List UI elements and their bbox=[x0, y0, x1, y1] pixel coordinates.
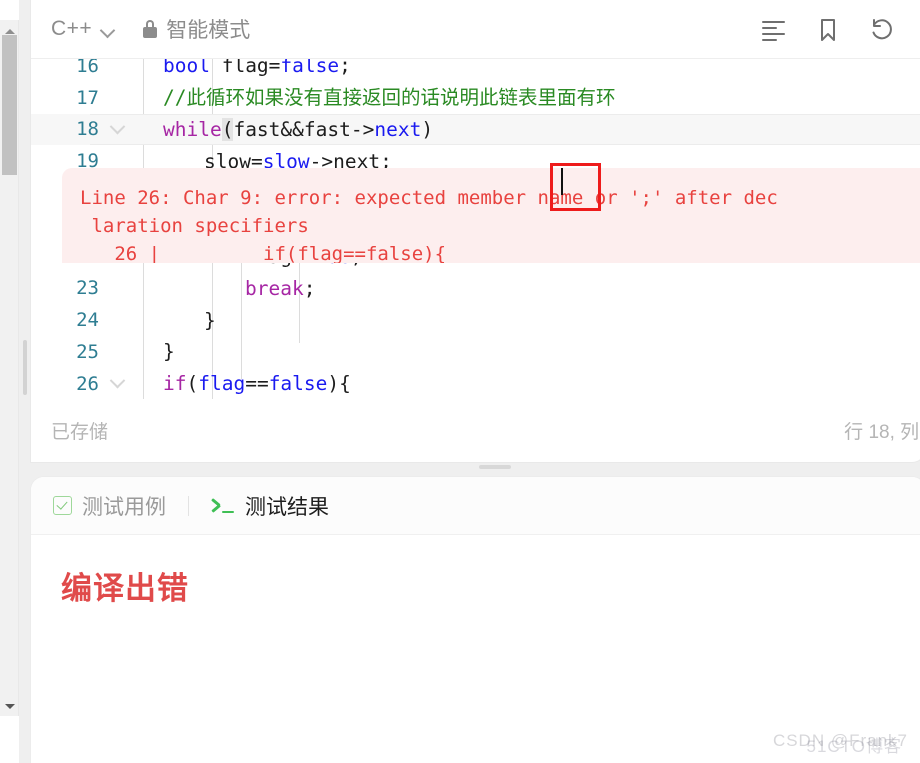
line-number: 23 bbox=[76, 277, 99, 300]
results-panel: 测试用例 测试结果 编译出错 bbox=[30, 476, 920, 763]
lock-icon bbox=[142, 19, 158, 39]
terminal-icon bbox=[211, 496, 235, 516]
code-line-17[interactable]: 17 //此循环如果没有直接返回的话说明此链表里面有环 bbox=[31, 82, 920, 114]
scrollbar-bottom-cap bbox=[0, 716, 19, 763]
fold-chevron-icon[interactable] bbox=[103, 124, 131, 135]
toolbar-actions bbox=[761, 0, 920, 59]
tab-test-case[interactable]: 测试用例 bbox=[51, 491, 168, 521]
code-line-text: bool flag=false; bbox=[163, 59, 351, 78]
error-message-box: Line 26: Char 9: error: expected member … bbox=[62, 168, 920, 263]
line-number: 24 bbox=[76, 309, 99, 332]
code-line-text: } bbox=[163, 340, 175, 364]
code-line-24[interactable]: 24} bbox=[31, 304, 920, 336]
code-line-18[interactable]: 18 while(fast&&fast->next) bbox=[31, 113, 920, 146]
format-lines-icon[interactable] bbox=[761, 17, 787, 43]
chevron-down-icon bbox=[101, 25, 114, 33]
error-line: laration specifiers bbox=[80, 215, 309, 237]
text-caret bbox=[561, 168, 563, 195]
line-number: 17 bbox=[76, 86, 99, 109]
error-line: 26 | if(flag==false){ bbox=[80, 243, 447, 263]
save-status-label: 已存储 bbox=[51, 421, 109, 443]
scrollbar-top-cap bbox=[0, 0, 19, 20]
tab-test-result-label: 测试结果 bbox=[245, 495, 329, 519]
line-number: 25 bbox=[76, 341, 99, 364]
code-line-23[interactable]: 23 break; bbox=[31, 273, 920, 305]
scrollbar-down-arrow-icon[interactable] bbox=[0, 697, 19, 716]
scrollbar-thumb[interactable] bbox=[2, 35, 17, 175]
tab-test-result[interactable]: 测试结果 bbox=[209, 491, 331, 521]
code-line-26[interactable]: 26 if(flag==false){ bbox=[31, 368, 920, 399]
code-line-text: } bbox=[204, 308, 216, 332]
bookmark-icon[interactable] bbox=[815, 17, 841, 43]
code-line-text: while(fast&&fast->next) bbox=[163, 117, 434, 141]
compile-error-title: 编译出错 bbox=[61, 571, 189, 606]
cursor-position-label: 行 18, 列 3 bbox=[844, 421, 920, 443]
tab-test-case-label: 测试用例 bbox=[82, 495, 166, 519]
smart-mode-label: 智能模式 bbox=[166, 19, 251, 42]
code-line-25[interactable]: 25} bbox=[31, 336, 920, 368]
line-number: 16 bbox=[76, 59, 99, 77]
error-line: Line 26: Char 9: error: expected member … bbox=[80, 187, 778, 209]
tab-divider bbox=[188, 495, 189, 516]
reset-icon[interactable] bbox=[869, 17, 895, 43]
error-message-lines: Line 26: Char 9: error: expected member … bbox=[80, 184, 920, 263]
editor-toolbar: C++ 智能模式 bbox=[31, 0, 920, 59]
line-number: 26 bbox=[76, 372, 99, 395]
editor-status-bar: 已存储 行 18, 列 3 bbox=[31, 399, 920, 461]
language-label: C++ bbox=[51, 17, 93, 40]
results-tabs: 测试用例 测试结果 bbox=[31, 477, 920, 535]
code-line-text: break; bbox=[245, 276, 316, 300]
fold-chevron-icon[interactable] bbox=[103, 378, 131, 389]
language-selector[interactable]: C++ bbox=[51, 17, 114, 41]
app-root: C++ 智能模式 16 bool flag=false; 17 //此循环如果没… bbox=[0, 0, 920, 763]
code-line-16[interactable]: 16 bool flag=false; bbox=[31, 59, 920, 82]
side-rail-thumb[interactable] bbox=[23, 340, 27, 395]
code-line-text: if(flag==false){ bbox=[163, 372, 351, 396]
pane-resize-handle[interactable] bbox=[479, 465, 511, 469]
results-body: 编译出错 bbox=[31, 535, 920, 763]
page-scrollbar[interactable] bbox=[0, 0, 19, 763]
line-number: 18 bbox=[76, 118, 99, 141]
code-line-text: //此循环如果没有直接返回的话说明此链表里面有环 bbox=[163, 85, 616, 109]
smart-mode-indicator[interactable]: 智能模式 bbox=[142, 14, 250, 44]
checkbox-icon bbox=[53, 496, 72, 515]
